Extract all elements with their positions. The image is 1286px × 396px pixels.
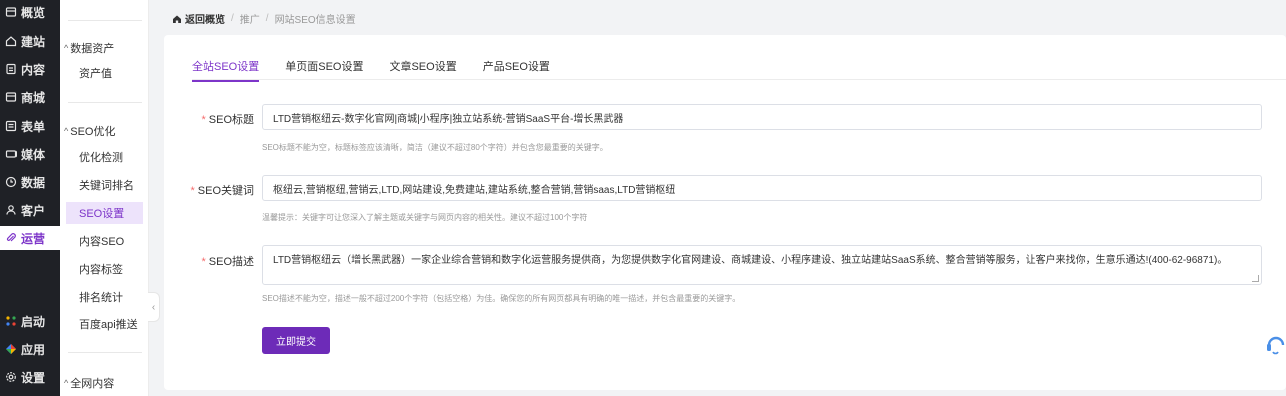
seo-description-textarea[interactable]: LTD营销枢纽云（增长黑武器）一家企业综合营销和数字化运营服务提供商，为您提供数… <box>262 245 1262 285</box>
nav-item-content[interactable]: 内容 <box>0 57 60 81</box>
submenu-group-network-content[interactable]: ^ 全网内容 <box>64 375 114 391</box>
nav-item-apps[interactable]: 应用 <box>0 337 60 361</box>
nav-label: 表单 <box>21 119 46 134</box>
submenu-item-optimize-check[interactable]: 优化检测 <box>66 146 143 168</box>
shop-icon <box>4 91 17 104</box>
launch-icon <box>4 315 17 328</box>
seo-title-label: * SEO标题 <box>164 111 254 127</box>
nav-label: 概览 <box>21 5 46 20</box>
seo-title-hint: SEO标题不能为空，标题标签应该清晰，简洁（建议不超过80个字符）并包含您最重要… <box>262 143 608 152</box>
seo-title-input[interactable]: LTD营销枢纽云-数字化官网|商城|小程序|独立站系统-营销SaaS平台-增长黑… <box>262 104 1262 130</box>
submenu-item-asset-value[interactable]: 资产值 <box>66 62 143 84</box>
breadcrumb-item[interactable]: 推广 <box>240 11 260 26</box>
nav-item-shop[interactable]: 商城 <box>0 85 60 109</box>
seo-settings-card: 全站SEO设置 单页面SEO设置 文章SEO设置 产品SEO设置 * SEO标题 … <box>164 35 1286 390</box>
media-icon <box>4 148 17 161</box>
nav-label: 启动 <box>21 314 46 329</box>
label-text: SEO描述 <box>208 256 254 268</box>
chevron-left-icon: ‹ <box>151 301 156 313</box>
nav-item-operation[interactable]: 运营 <box>0 226 60 250</box>
group-label: SEO优化 <box>70 126 116 138</box>
chevron-up-icon: ^ <box>64 43 69 53</box>
group-label: 全网内容 <box>70 378 115 390</box>
resize-handle[interactable] <box>1252 275 1259 282</box>
nav-label: 数据 <box>21 175 46 190</box>
divider <box>68 352 142 353</box>
divider <box>68 102 142 103</box>
submenu-item-keyword-rank[interactable]: 关键词排名 <box>66 174 143 196</box>
gear-icon <box>4 371 17 384</box>
home-icon <box>4 35 17 48</box>
breadcrumb-home[interactable]: 返回概览 <box>172 11 225 26</box>
divider <box>68 20 142 21</box>
clock-icon <box>4 176 17 189</box>
breadcrumb-separator: / <box>231 13 234 24</box>
form-icon <box>4 120 17 133</box>
required-mark: * <box>190 185 195 197</box>
submenu-group-seo[interactable]: ^ SEO优化 <box>64 123 115 139</box>
nav-label: 媒体 <box>21 147 46 162</box>
tab-divider <box>192 79 1286 80</box>
submenu-group-data-assets[interactable]: ^ 数据资产 <box>64 40 114 56</box>
chevron-up-icon: ^ <box>64 378 69 388</box>
cart-icon <box>4 6 17 19</box>
nav-label: 运营 <box>21 231 46 246</box>
nav-item-settings[interactable]: 设置 <box>0 365 60 389</box>
seo-description-hint: SEO描述不能为空，描述一般不超过200个字符（包括空格）为佳。确保您的所有网页… <box>262 294 741 303</box>
required-mark: * <box>201 256 206 268</box>
nav-item-build[interactable]: 建站 <box>0 29 60 53</box>
nav-item-customer[interactable]: 客户 <box>0 198 60 222</box>
submenu-item-rank-stats[interactable]: 排名统计 <box>66 286 143 308</box>
label-text: SEO标题 <box>208 114 254 126</box>
group-label: 数据资产 <box>70 43 115 55</box>
submenu-item-seo-settings[interactable]: SEO设置 <box>66 202 143 224</box>
nav-label: 设置 <box>21 370 46 385</box>
breadcrumb-separator: / <box>265 13 269 24</box>
nav-item-overview[interactable]: 概览 <box>0 0 60 24</box>
apps-icon <box>4 343 17 356</box>
paperclip-icon <box>4 232 17 245</box>
required-mark: * <box>201 114 206 126</box>
nav-item-form[interactable]: 表单 <box>0 114 60 138</box>
customer-service-icon[interactable] <box>1264 328 1286 362</box>
collapse-sidebar-button[interactable]: ‹ <box>148 292 160 322</box>
breadcrumb-home-label: 返回概览 <box>185 15 225 26</box>
chevron-up-icon: ^ <box>64 126 69 136</box>
breadcrumb-item-current: 网站SEO信息设置 <box>274 15 356 26</box>
submenu-item-content-tags[interactable]: 内容标签 <box>66 258 143 280</box>
nav-label: 应用 <box>21 342 46 357</box>
nav-item-launch[interactable]: 启动 <box>0 309 60 333</box>
nav-label: 内容 <box>21 62 46 77</box>
submenu-item-baidu-api[interactable]: 百度api推送 <box>66 313 143 335</box>
seo-description-value: LTD营销枢纽云（增长黑武器）一家企业综合营销和数字化运营服务提供商，为您提供数… <box>273 255 1228 266</box>
submenu: ^ 数据资产 资产值 ^ SEO优化 优化检测 关键词排名 SEO设置 内容SE… <box>60 0 149 396</box>
breadcrumb: 返回概览 / 推广 / 网站SEO信息设置 <box>172 11 356 26</box>
seo-description-label: * SEO描述 <box>164 253 254 269</box>
seo-keywords-input[interactable]: 枢纽云,营销枢纽,营销云,LTD,网站建设,免费建站,建站系统,整合营销,营销s… <box>262 175 1262 201</box>
user-icon <box>4 204 17 217</box>
nav-item-data[interactable]: 数据 <box>0 170 60 194</box>
submit-button[interactable]: 立即提交 <box>262 327 330 354</box>
seo-keywords-label: * SEO关键词 <box>164 182 254 198</box>
submenu-item-content-seo[interactable]: 内容SEO <box>66 230 143 252</box>
seo-keywords-hint: 温馨提示：关键字可让您深入了解主题或关键字与网页内容的相关性。建议不超过100个… <box>262 213 588 222</box>
nav-label: 商城 <box>21 90 46 105</box>
nav-label: 客户 <box>21 203 46 218</box>
label-text: SEO关键词 <box>197 185 254 197</box>
document-icon <box>4 63 17 76</box>
home-icon <box>173 15 181 23</box>
main-nav: 概览 建站 内容 商城 表单 媒体 数据 客户 运营 启动 应用 设置 <box>0 0 60 396</box>
nav-label: 建站 <box>21 34 46 49</box>
nav-item-media[interactable]: 媒体 <box>0 142 60 166</box>
